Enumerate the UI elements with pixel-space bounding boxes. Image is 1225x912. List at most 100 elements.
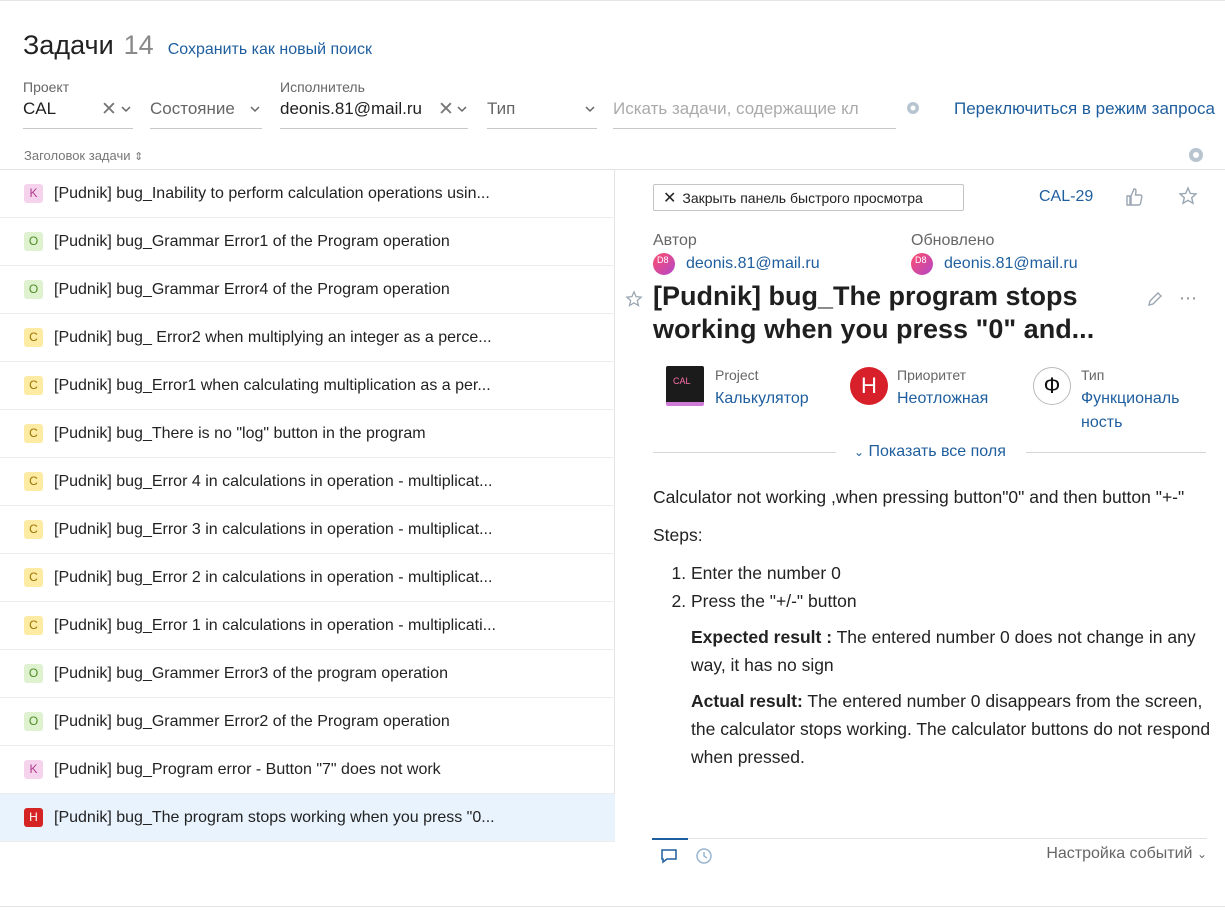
pencil-icon[interactable]	[1146, 290, 1164, 308]
issue-title: [Pudnik] bug_The program stops working w…	[54, 808, 495, 826]
priority-badge: C	[24, 328, 43, 347]
show-all-fields-button[interactable]: ⌄ Показать все поля	[848, 443, 1012, 461]
project-filter[interactable]: Проект CAL ✕	[23, 78, 133, 129]
type-filter[interactable]: Тип	[487, 78, 597, 129]
settings-gear-icon[interactable]	[905, 100, 921, 116]
bottom-border	[0, 906, 1225, 907]
issue-title: [Pudnik] bug_Program error - Button "7" …	[54, 760, 441, 778]
type-field-label: Тип	[1081, 367, 1105, 383]
step-item: Enter the number 0	[691, 559, 1213, 587]
issue-row[interactable]: C [Pudnik] bug_Error 4 in calculations in…	[0, 458, 615, 506]
issue-title: [Pudnik] bug_Error 2 in calculations in …	[54, 568, 493, 586]
priority-field-label: Приоритет	[897, 367, 967, 383]
save-search-link[interactable]: Сохранить как новый поиск	[168, 41, 372, 59]
priority-badge: K	[24, 760, 43, 779]
close-quick-view-button[interactable]: ✕ Закрыть панель быстрого просмотра	[653, 184, 964, 211]
author-link[interactable]: deonis.81@mail.ru	[686, 255, 820, 273]
issue-title: [Pudnik] bug_Grammer Error2 of the Progr…	[54, 712, 450, 730]
issue-description: Calculator not working ,when pressing bu…	[653, 483, 1213, 779]
issue-row[interactable]: C [Pudnik] bug_Error 1 in calculations in…	[0, 602, 615, 650]
comments-icon[interactable]	[660, 847, 678, 865]
issue-row[interactable]: C [Pudnik] bug_Error1 when calculating mu…	[0, 362, 615, 410]
issue-summary-line: working when you press "0" and...	[653, 314, 1095, 344]
issue-title: [Pudnik] bug_Inability to perform calcul…	[54, 184, 490, 202]
issue-title: [Pudnik] bug_Error 1 in calculations in …	[54, 616, 496, 634]
actual-result-label: Actual result:	[691, 691, 803, 711]
step-item: Press the "+/-" button	[691, 587, 1213, 615]
star-icon[interactable]	[625, 290, 643, 308]
sort-bar: Заголовок задачи ⇕	[0, 144, 1225, 170]
steps-list: Enter the number 0 Press the "+/-" butto…	[691, 559, 1213, 615]
issue-title: [Pudnik] bug_Grammer Error3 of the progr…	[54, 664, 448, 682]
issue-row[interactable]: C [Pudnik] bug_Error 3 in calculations in…	[0, 506, 615, 554]
author-label: Автор	[653, 232, 697, 249]
type-icon: Ф	[1033, 367, 1071, 405]
history-icon[interactable]	[695, 847, 713, 865]
issue-title: [Pudnik] bug_Grammar Error4 of the Progr…	[54, 280, 450, 298]
divider	[653, 452, 836, 453]
quick-view-panel: ✕ Закрыть панель быстрого просмотра CAL-…	[616, 170, 1225, 888]
activity-tabs: Настройка событий ⌄	[652, 838, 1207, 870]
star-icon[interactable]	[1178, 186, 1198, 206]
events-settings-dropdown[interactable]: Настройка событий ⌄	[1046, 845, 1207, 863]
issue-list: K [Pudnik] bug_Inability to perform calcu…	[0, 170, 615, 842]
issue-key-link[interactable]: CAL-29	[1039, 188, 1093, 206]
events-settings-label: Настройка событий	[1046, 845, 1193, 862]
issue-summary-line: [Pudnik] bug_The program stops	[653, 281, 1078, 311]
sort-by-title[interactable]: Заголовок задачи ⇕	[24, 148, 143, 163]
issue-count: 14	[123, 30, 154, 60]
priority-field-value[interactable]: Неотложная	[897, 387, 988, 411]
search-input[interactable]: Искать задачи, содержащие кл	[613, 78, 896, 129]
chevron-down-icon: ⌄	[854, 445, 865, 459]
expected-result-label: Expected result :	[691, 627, 833, 647]
issue-row[interactable]: O [Pudnik] bug_Grammer Error2 of the Prog…	[0, 698, 615, 746]
state-filter-placeholder: Состояние	[150, 99, 235, 118]
actual-result: Actual result: The entered number 0 disa…	[691, 687, 1213, 771]
expected-result: Expected result : The entered number 0 d…	[691, 623, 1213, 679]
priority-badge: C	[24, 424, 43, 443]
project-filter-label: Проект	[23, 79, 70, 95]
priority-badge: C	[24, 472, 43, 491]
assignee-filter[interactable]: Исполнитель deonis.81@mail.ru ✕	[280, 78, 468, 129]
updated-by-avatar: D8	[911, 253, 933, 275]
type-field-value-line: ность	[1081, 414, 1123, 431]
page-header: Задачи 14 Сохранить как новый поиск	[23, 30, 372, 61]
sort-label: Заголовок задачи	[24, 148, 131, 163]
clear-icon[interactable]: ✕	[438, 98, 454, 121]
issue-title: [Pudnik] bug_Error 3 in calculations in …	[54, 520, 493, 538]
issue-row[interactable]: K [Pudnik] bug_Inability to perform calcu…	[0, 170, 615, 218]
list-settings-gear-icon[interactable]	[1187, 146, 1205, 164]
steps-label: Steps:	[653, 525, 703, 545]
issue-row[interactable]: C [Pudnik] bug_ Error2 when multiplying a…	[0, 314, 615, 362]
active-tab-indicator	[652, 838, 688, 840]
state-filter[interactable]: Состояние	[150, 78, 262, 129]
issue-row-selected[interactable]: H [Pudnik] bug_The program stops working …	[0, 794, 615, 842]
priority-badge: O	[24, 280, 43, 299]
type-field-value-line: Функциональ	[1081, 390, 1180, 407]
sort-icon: ⇕	[134, 151, 144, 163]
more-options-icon[interactable]: ⋯	[1179, 288, 1198, 309]
type-field-value[interactable]: Функциональ ность	[1081, 387, 1179, 435]
priority-badge: K	[24, 184, 43, 203]
project-logo-icon: CAL	[666, 366, 704, 406]
issue-row[interactable]: K [Pudnik] bug_Program error - Button "7"…	[0, 746, 615, 794]
project-icon-text: CAL	[673, 376, 691, 386]
issue-row[interactable]: O [Pudnik] bug_Grammer Error3 of the prog…	[0, 650, 615, 698]
chevron-down-icon	[121, 106, 131, 113]
chevron-down-icon	[457, 106, 467, 113]
issue-row[interactable]: C [Pudnik] bug_There is no "log" button i…	[0, 410, 615, 458]
issue-row[interactable]: O [Pudnik] bug_Grammar Error1 of the Prog…	[0, 218, 615, 266]
switch-query-mode-link[interactable]: Переключиться в режим запроса	[954, 99, 1215, 119]
priority-badge: O	[24, 712, 43, 731]
close-quick-view-label: Закрыть панель быстрого просмотра	[682, 189, 923, 206]
issue-row[interactable]: O [Pudnik] bug_Grammar Error4 of the Prog…	[0, 266, 615, 314]
thumbs-up-icon[interactable]	[1124, 187, 1144, 207]
clear-icon[interactable]: ✕	[101, 98, 117, 121]
project-field-value[interactable]: Калькулятор	[715, 387, 809, 411]
filter-bar: Проект CAL ✕ Состояние Исполнитель deoni…	[23, 78, 1225, 130]
top-border	[0, 0, 1225, 2]
issue-summary: [Pudnik] bug_The program stops working w…	[653, 280, 1133, 346]
issue-row[interactable]: C [Pudnik] bug_Error 2 in calculations in…	[0, 554, 615, 602]
search-placeholder: Искать задачи, содержащие кл	[613, 99, 859, 118]
updated-by-link[interactable]: deonis.81@mail.ru	[944, 255, 1078, 273]
